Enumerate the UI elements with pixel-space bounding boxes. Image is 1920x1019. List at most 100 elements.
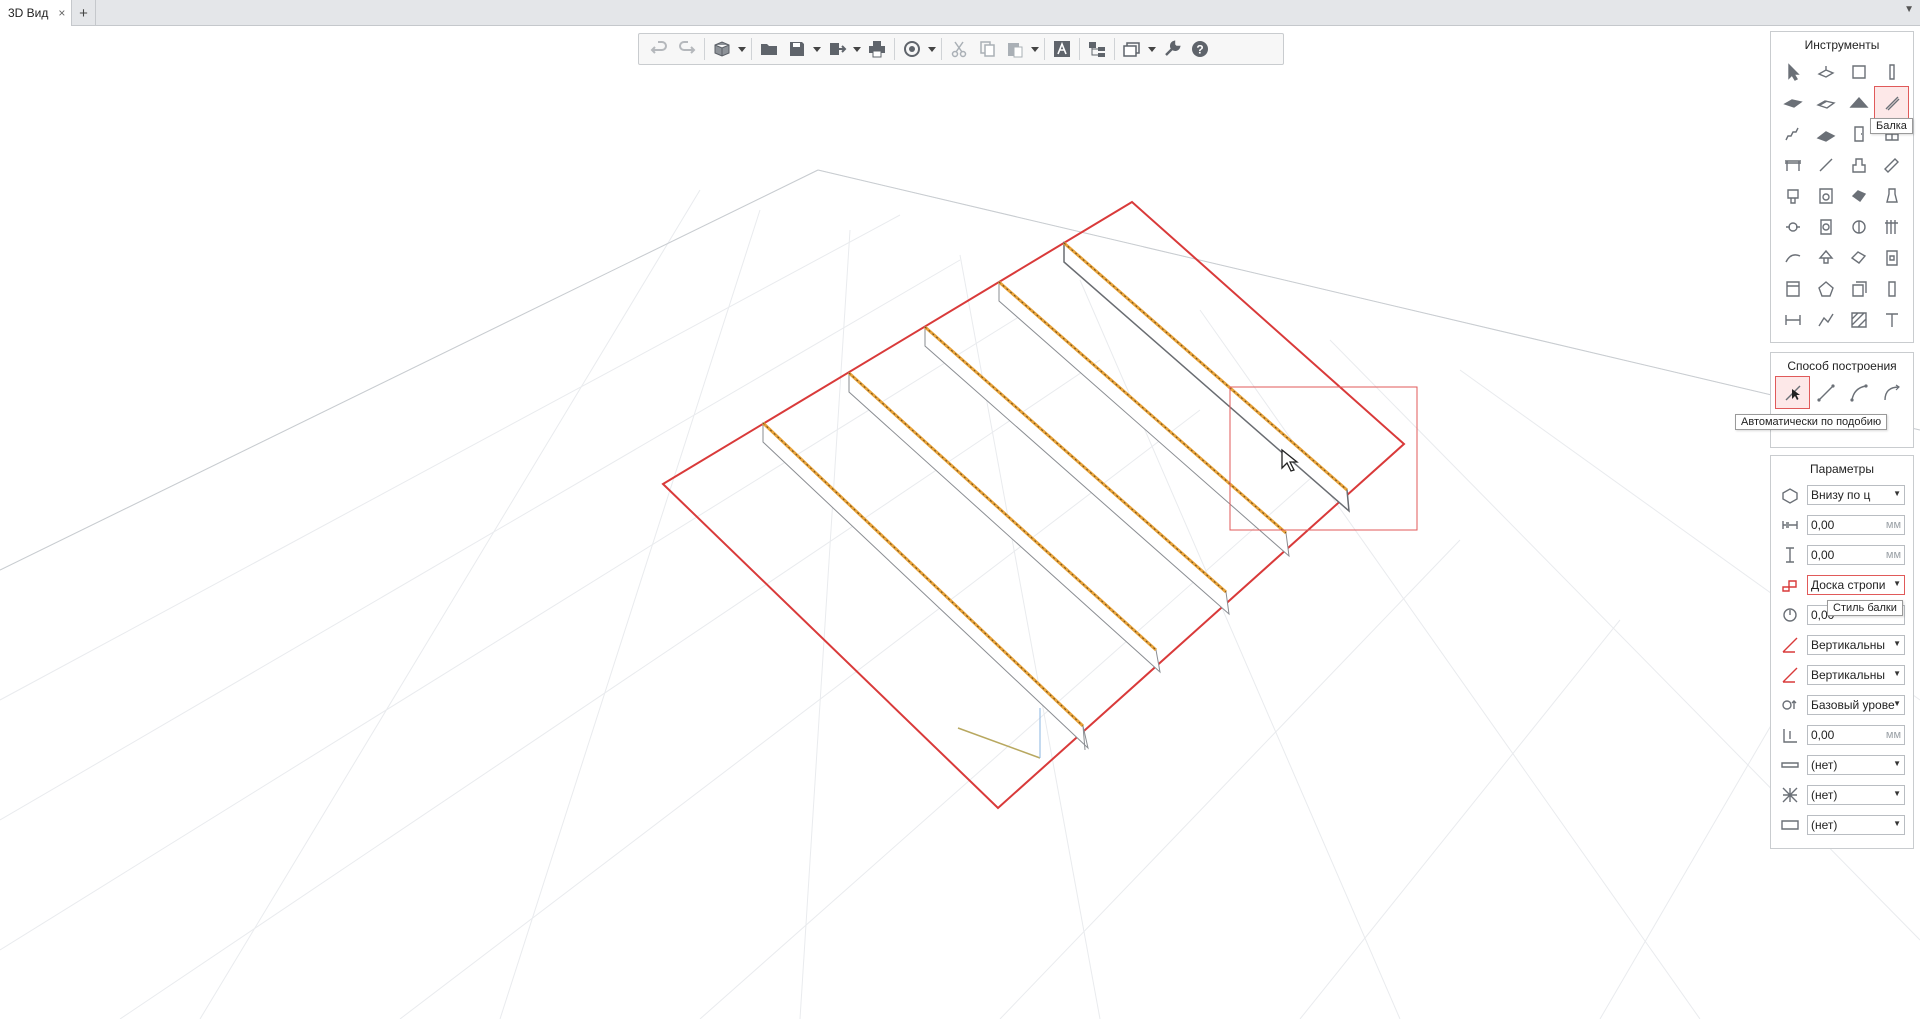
export-icon[interactable] xyxy=(823,35,851,63)
axis-x xyxy=(957,727,1041,759)
wrench-icon[interactable] xyxy=(1158,35,1186,63)
parameter-input[interactable]: 0,00 мм xyxy=(1807,545,1905,565)
construction-panel-title: Способ построения xyxy=(1787,359,1897,373)
help-icon[interactable]: ? xyxy=(1186,35,1214,63)
construction-grid xyxy=(1771,376,1913,414)
chevron-down-icon[interactable] xyxy=(851,35,863,63)
object-icon[interactable] xyxy=(1842,273,1875,304)
construction-tooltip: Автоматически по подобию xyxy=(1735,414,1888,430)
parameter-row: 0,00 мм xyxy=(1771,510,1913,540)
pointer-icon[interactable] xyxy=(1776,56,1809,87)
parameter-select[interactable]: (нет) ▼ xyxy=(1807,815,1905,835)
chevron-down-icon[interactable] xyxy=(926,35,938,63)
floor-icon[interactable] xyxy=(1809,87,1842,118)
construction-panel: Способ построения xyxy=(1770,352,1914,448)
parameter-input[interactable]: 0,00 мм xyxy=(1807,725,1905,745)
sink-icon[interactable] xyxy=(1776,180,1809,211)
parameter-select[interactable]: Вертикальны ▼ xyxy=(1807,635,1905,655)
chevron-down-icon[interactable] xyxy=(1029,35,1041,63)
cable-icon[interactable] xyxy=(1776,242,1809,273)
paste-icon[interactable] xyxy=(1001,35,1029,63)
washer-icon[interactable] xyxy=(1809,180,1842,211)
open-folder-icon[interactable] xyxy=(755,35,783,63)
stair-icon[interactable] xyxy=(1776,118,1809,149)
layers-icon[interactable] xyxy=(1083,35,1111,63)
post-icon[interactable] xyxy=(1875,56,1908,87)
slab-icon[interactable] xyxy=(1776,87,1809,118)
parameter-unit: мм xyxy=(1885,519,1901,531)
toolbar-separator xyxy=(704,38,705,60)
parameter-input[interactable]: 0,00 мм xyxy=(1807,515,1905,535)
duct-icon[interactable] xyxy=(1842,180,1875,211)
parameter-value: (нет) xyxy=(1811,818,1838,832)
polyline-icon[interactable] xyxy=(1809,304,1842,335)
chevron-down-icon: ▼ xyxy=(1893,789,1901,798)
vertical-end-icon xyxy=(1779,664,1801,686)
wall-icon[interactable] xyxy=(1809,56,1842,87)
text-icon[interactable] xyxy=(1875,304,1908,335)
close-icon[interactable]: × xyxy=(58,6,65,20)
valve-icon[interactable] xyxy=(1875,180,1908,211)
beam-style-icon xyxy=(1779,574,1801,596)
chevron-down-icon[interactable] xyxy=(736,35,748,63)
parameter-select[interactable]: (нет) ▼ xyxy=(1807,785,1905,805)
fan-icon[interactable] xyxy=(1842,211,1875,242)
line-icon[interactable] xyxy=(1809,149,1842,180)
panel-icon[interactable] xyxy=(1776,273,1809,304)
undo-icon[interactable] xyxy=(645,35,673,63)
toolbar-separator xyxy=(1044,38,1045,60)
table-icon[interactable] xyxy=(1776,149,1809,180)
3d-view-icon[interactable] xyxy=(708,35,736,63)
copy-icon[interactable] xyxy=(973,35,1001,63)
parameter-value: Вертикальны xyxy=(1811,668,1885,682)
chevron-down-icon[interactable] xyxy=(811,35,823,63)
straight-line-icon[interactable] xyxy=(1809,377,1842,408)
chevron-down-icon[interactable]: ▼ xyxy=(1904,4,1914,15)
svg-text:?: ? xyxy=(1196,43,1203,57)
views-icon[interactable] xyxy=(1118,35,1146,63)
chevron-down-icon: ▼ xyxy=(1893,759,1901,768)
chevron-down-icon[interactable] xyxy=(1146,35,1158,63)
print-icon[interactable] xyxy=(863,35,891,63)
cut-icon[interactable] xyxy=(945,35,973,63)
slab-outline[interactable] xyxy=(661,200,1406,810)
auto-similar-icon[interactable] xyxy=(1775,376,1810,409)
tab-3d-view[interactable]: 3D Вид × xyxy=(0,0,72,26)
pump-icon[interactable] xyxy=(1776,211,1809,242)
parameter-select[interactable]: Внизу по ц ▼ xyxy=(1807,485,1905,505)
arc-icon[interactable] xyxy=(1842,377,1875,408)
beams[interactable] xyxy=(761,241,1350,751)
roof-icon[interactable] xyxy=(1842,87,1875,118)
render-icon[interactable] xyxy=(898,35,926,63)
chevron-down-icon: ▼ xyxy=(1893,669,1901,678)
beam-icon[interactable] xyxy=(1874,86,1909,119)
redo-icon[interactable] xyxy=(673,35,701,63)
dimension-icon[interactable] xyxy=(1776,304,1809,335)
parameter-select[interactable]: Доска стропи ▼ xyxy=(1807,575,1905,595)
socket-icon[interactable] xyxy=(1842,242,1875,273)
fixture-icon[interactable] xyxy=(1842,149,1875,180)
save-icon[interactable] xyxy=(783,35,811,63)
column-icon[interactable] xyxy=(1842,56,1875,87)
text-style-icon[interactable] xyxy=(1048,35,1076,63)
label-icon[interactable] xyxy=(1875,273,1908,304)
anchor-icon xyxy=(1779,484,1801,506)
toolbar-separator xyxy=(1114,38,1115,60)
pipe-icon[interactable] xyxy=(1875,149,1908,180)
boiler-icon[interactable] xyxy=(1809,211,1842,242)
rotation-icon xyxy=(1779,604,1801,626)
ramp-icon[interactable] xyxy=(1809,118,1842,149)
add-tab-button[interactable]: + xyxy=(72,0,96,26)
3d-viewport[interactable] xyxy=(0,26,1920,1019)
parameter-select[interactable]: Базовый урове ▼ xyxy=(1807,695,1905,715)
switch-icon[interactable] xyxy=(1875,242,1908,273)
radiator-icon[interactable] xyxy=(1875,211,1908,242)
zone-icon[interactable] xyxy=(1809,273,1842,304)
structure-icon xyxy=(1779,784,1801,806)
lamp-icon[interactable] xyxy=(1809,242,1842,273)
label-style-icon xyxy=(1779,814,1801,836)
hatch-icon[interactable] xyxy=(1842,304,1875,335)
parameter-select[interactable]: Вертикальны ▼ xyxy=(1807,665,1905,685)
parameter-select[interactable]: (нет) ▼ xyxy=(1807,755,1905,775)
tangent-arc-icon[interactable] xyxy=(1875,377,1908,408)
